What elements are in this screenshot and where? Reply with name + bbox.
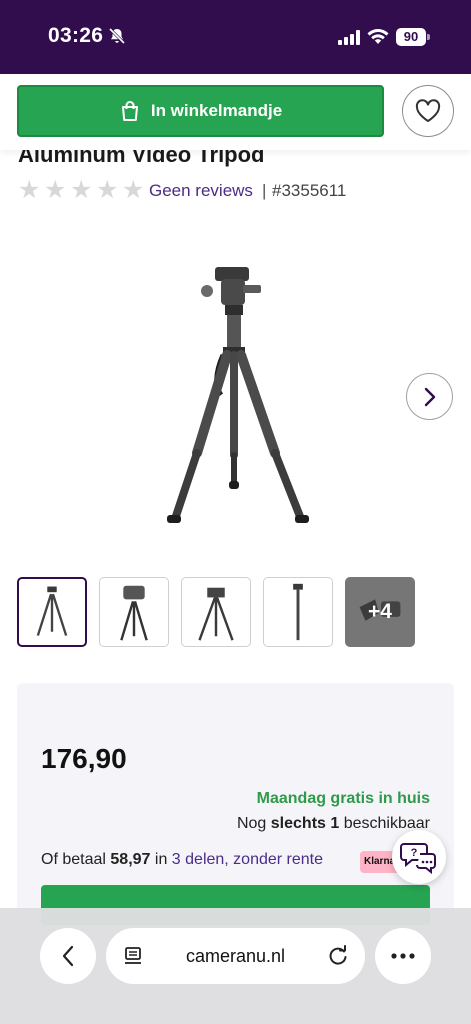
thumbnail-2[interactable] (99, 577, 169, 647)
wifi-icon (367, 29, 389, 44)
installment-in: in (154, 851, 168, 868)
installment-amount: 58,97 (110, 851, 151, 868)
delivery-info: Maandag gratis in huis (256, 790, 430, 807)
star-icon: ★ (122, 176, 145, 204)
star-icon: ★ (18, 176, 41, 204)
chevron-right-icon (424, 387, 435, 406)
battery-level: 90 (396, 28, 426, 46)
installment-info: Of betaal 58,97 in 3 delen, zonder rente (41, 851, 323, 869)
reload-icon[interactable] (327, 945, 349, 967)
tripod-camera-thumbnail-image (120, 585, 148, 641)
tripod-side-thumbnail-image (198, 587, 234, 641)
back-button[interactable] (40, 928, 96, 984)
product-image[interactable] (135, 255, 335, 545)
battery-tip (427, 34, 430, 40)
chevron-left-icon (62, 945, 74, 967)
chat-button[interactable]: ? (392, 830, 446, 884)
svg-text:?: ? (411, 847, 418, 859)
add-to-cart-label: In winkelmandje (150, 101, 283, 120)
installment-link[interactable]: 3 delen, zonder rente (172, 851, 323, 868)
star-icon: ★ (70, 176, 93, 204)
thumbnail-4[interactable] (263, 577, 333, 647)
product-price: 176,90 (41, 743, 127, 774)
thumbnail-more[interactable]: +4 (345, 577, 415, 647)
status-bar: 03:26 90 (0, 0, 471, 74)
monopod-thumbnail-image (293, 583, 303, 641)
bell-muted-icon (108, 27, 126, 45)
more-menu-button[interactable] (375, 928, 431, 984)
thumbnail-1[interactable] (17, 577, 87, 647)
star-icon: ★ (96, 176, 119, 204)
heart-icon (415, 99, 441, 122)
price-card: 176,90 Maandag gratis in huis Nog slecht… (17, 683, 454, 943)
status-time: 03:26 (48, 24, 104, 47)
battery-indicator: 90 (396, 28, 430, 46)
browser-toolbar: cameranu.nl (0, 908, 471, 1024)
stock-prefix: Nog (236, 815, 267, 832)
wishlist-button[interactable] (402, 85, 454, 137)
rating-stars: ★ ★ ★ ★ ★ (18, 176, 146, 204)
sticky-action-bar: In winkelmandje (0, 74, 471, 150)
stock-info: Nog slechts 1 beschikbaar (237, 815, 430, 833)
tripod-thumbnail-image (36, 586, 68, 636)
installment-prefix: Of betaal (41, 851, 106, 868)
reviews-link[interactable]: Geen reviews (149, 181, 253, 201)
thumbnail-3[interactable] (181, 577, 251, 647)
next-image-button[interactable] (406, 373, 453, 420)
shopping-bag-icon (121, 101, 138, 121)
signal-icon (338, 30, 360, 45)
product-sku: #3355611 (272, 181, 347, 200)
more-dots-icon (391, 953, 415, 959)
rating-separator: | (262, 181, 267, 200)
star-icon: ★ (44, 176, 67, 204)
more-images-label: +4 (368, 600, 392, 623)
url-bar[interactable]: cameranu.nl (106, 928, 365, 984)
thumbnail-strip: +4 (17, 577, 415, 647)
stock-count: slechts 1 (270, 815, 340, 832)
chat-help-icon: ? (400, 843, 436, 874)
add-to-cart-button[interactable]: In winkelmandje (17, 85, 384, 137)
